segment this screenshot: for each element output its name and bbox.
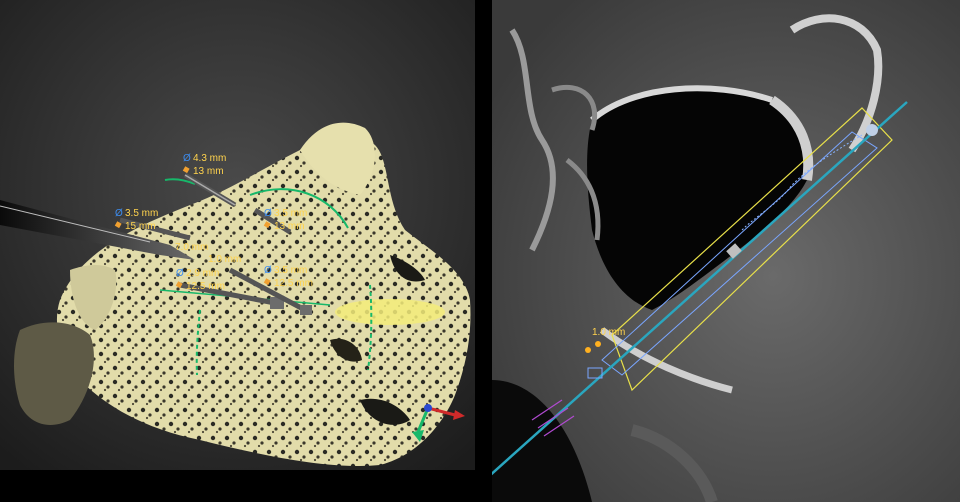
svg-text:1.0 mm: 1.0 mm bbox=[208, 254, 241, 265]
panel-divider bbox=[475, 0, 492, 502]
svg-text:Ø: Ø bbox=[183, 153, 191, 164]
sinus-highlight bbox=[335, 299, 445, 325]
svg-text:7.0 mm: 7.0 mm bbox=[175, 242, 208, 253]
svg-text:12.5 mm: 12.5 mm bbox=[186, 281, 225, 292]
svg-text:13 mm: 13 mm bbox=[274, 221, 305, 232]
svg-text:3.5 mm: 3.5 mm bbox=[125, 208, 158, 219]
svg-text:12.5 mm: 12.5 mm bbox=[274, 278, 313, 289]
svg-text:Ø: Ø bbox=[264, 208, 272, 219]
ct-cross-section-viewport[interactable]: 1.0 mm bbox=[492, 0, 960, 502]
svg-text:Ø: Ø bbox=[176, 268, 184, 279]
3d-reconstruction-viewport[interactable]: Ø 4.3 mm 13 mm Ø 3.5 mm 15 mm Ø 3.5 mm 1… bbox=[0, 0, 475, 470]
svg-text:15 mm: 15 mm bbox=[125, 221, 156, 232]
svg-text:Ø: Ø bbox=[264, 265, 272, 276]
svg-text:3.5 mm: 3.5 mm bbox=[274, 208, 307, 219]
dental-implant-planning-view: Ø 4.3 mm 13 mm Ø 3.5 mm 15 mm Ø 3.5 mm 1… bbox=[0, 0, 960, 502]
3d-scene[interactable]: Ø 4.3 mm 13 mm Ø 3.5 mm 15 mm Ø 3.5 mm 1… bbox=[0, 0, 475, 470]
svg-text:2.9 mm: 2.9 mm bbox=[186, 268, 219, 279]
ct-measurement-label: 1.0 mm bbox=[592, 327, 625, 338]
svg-text:Ø: Ø bbox=[115, 208, 123, 219]
svg-text:4.3 mm: 4.3 mm bbox=[193, 153, 226, 164]
ct-slice[interactable]: 1.0 mm bbox=[492, 0, 960, 502]
apex-marker bbox=[866, 124, 878, 136]
measure-point bbox=[585, 347, 591, 353]
viewport-footer bbox=[0, 470, 475, 502]
svg-text:13 mm: 13 mm bbox=[193, 166, 224, 177]
svg-text:3.5 mm: 3.5 mm bbox=[274, 265, 307, 276]
